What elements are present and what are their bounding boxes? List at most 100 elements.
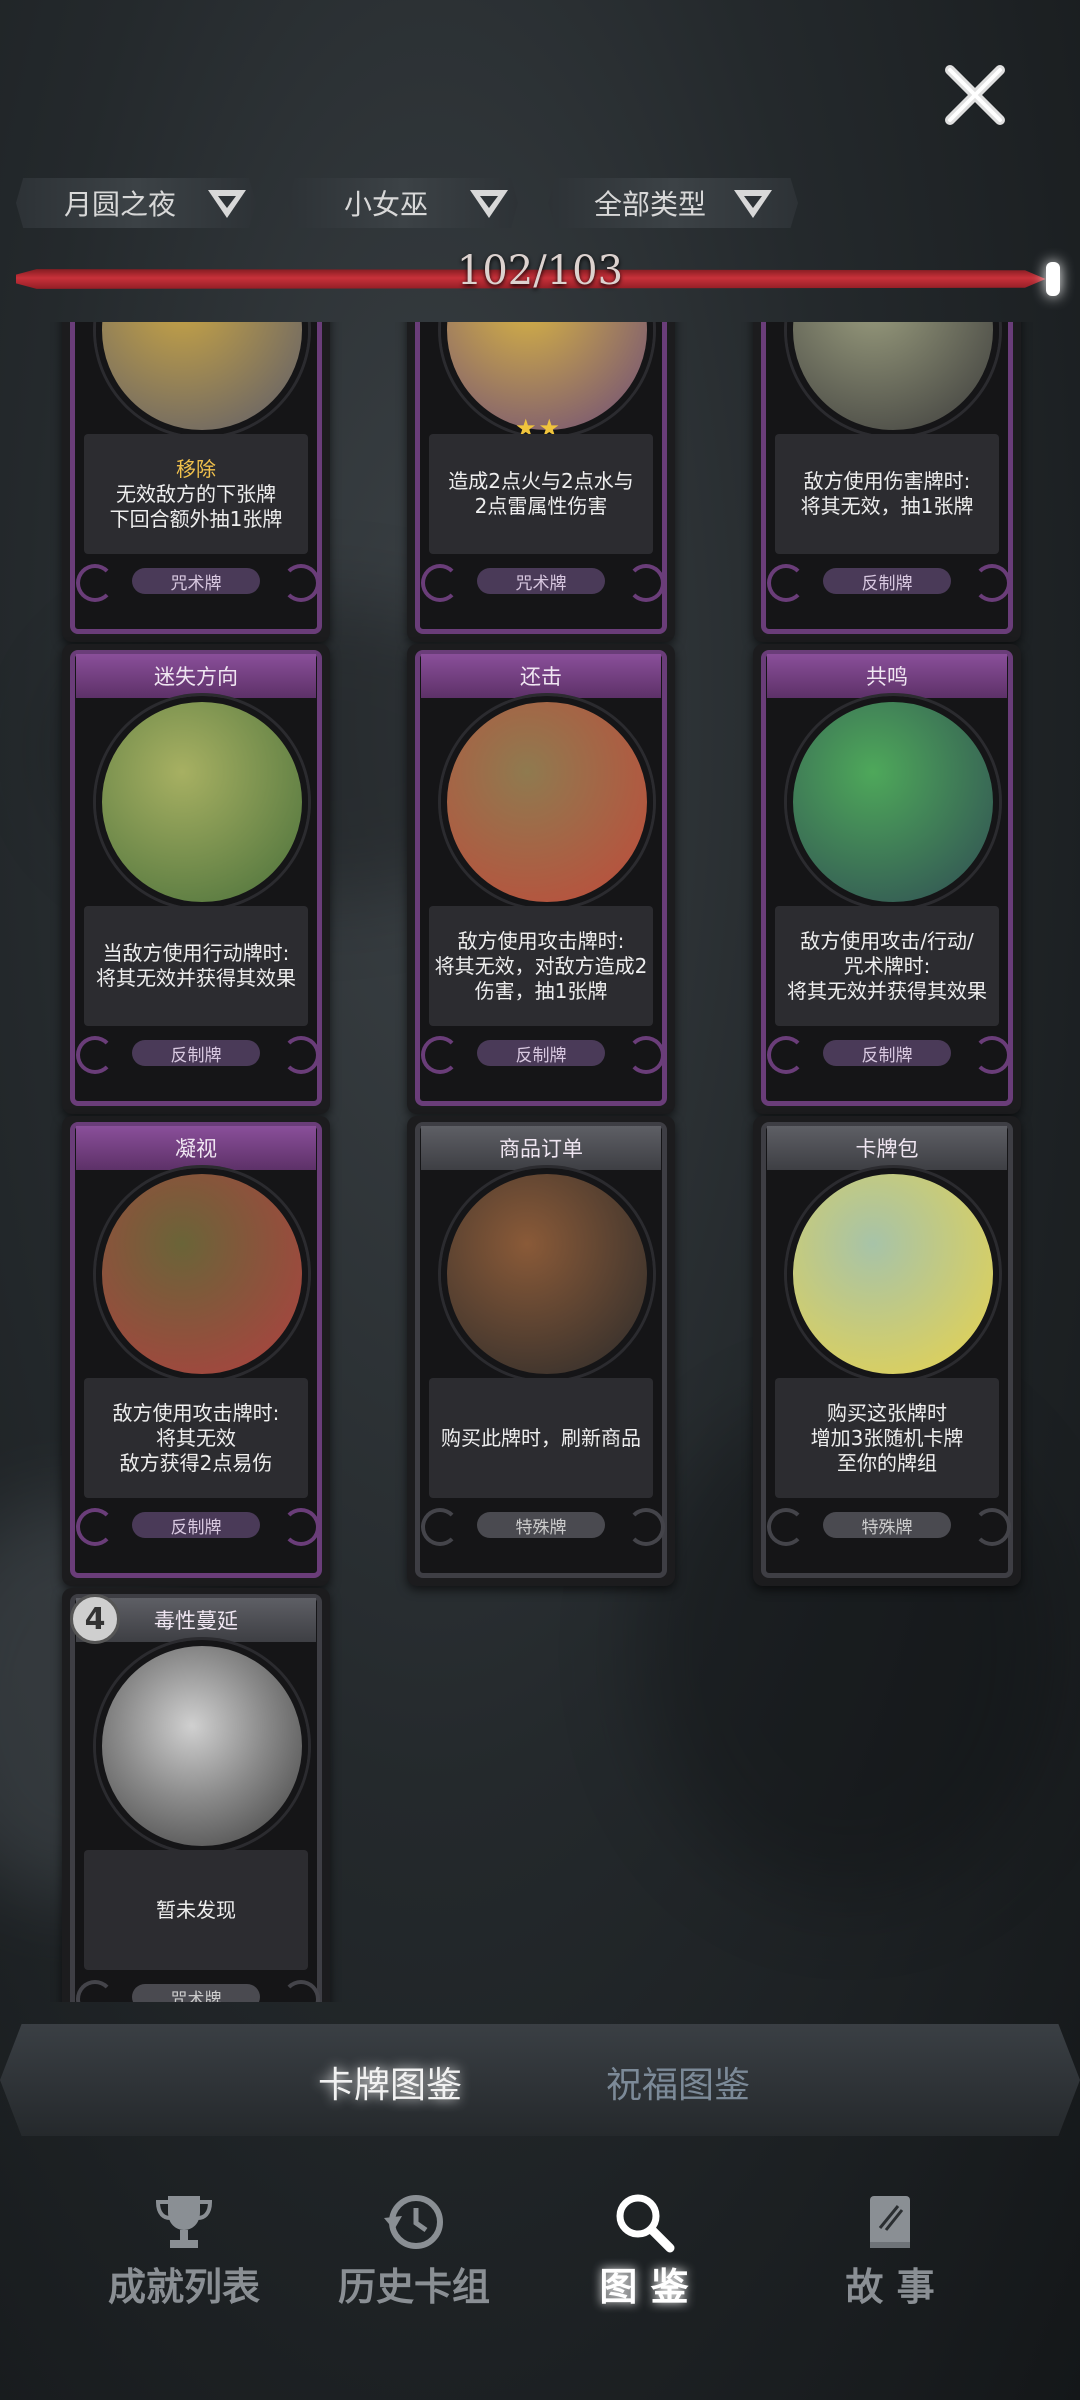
close-button[interactable]	[940, 60, 1010, 130]
filter-character-label: 小女巫	[344, 188, 429, 221]
nav-story-label: 故 事	[845, 2264, 935, 2309]
card-description-line: 咒术牌时:	[843, 953, 931, 978]
card-art	[96, 1168, 308, 1380]
card-description-line: 购买这张牌时	[826, 1400, 947, 1425]
card-grid[interactable]: 移除 无效敌方的下张牌 下回合额外抽1张牌 咒术牌 ★★ 造成2点火与2点水与 2点雷属性伤…	[0, 322, 1080, 2002]
filter-chapter-label: 月圆之夜	[64, 188, 177, 221]
card-ornament	[421, 1036, 459, 1074]
card-type-badge: 咒术牌	[132, 568, 260, 594]
chevron-down-icon	[734, 190, 772, 218]
card-description-line: 伤害，抽1张牌	[474, 978, 608, 1003]
card-item[interactable]: 移除 无效敌方的下张牌 下回合额外抽1张牌 咒术牌	[62, 322, 330, 642]
card-description: 购买这张牌时 增加3张随机卡牌 至你的牌组	[775, 1378, 999, 1498]
card-ornament	[973, 1036, 1011, 1074]
card-description-line: 将其无效，对敌方造成2	[434, 953, 648, 978]
card-item[interactable]: ★★ 造成2点火与2点水与 2点雷属性伤害 咒术牌	[407, 322, 675, 642]
card-item[interactable]: 商品订单购买此牌时，刷新商品 特殊牌	[407, 1116, 675, 1586]
card-description: 当敌方使用行动牌时: 将其无效并获得其效果	[84, 906, 308, 1026]
card-description-line: 敌方使用攻击牌时:	[112, 1400, 280, 1425]
card-description-line: 移除	[175, 456, 216, 481]
card-title: 商品订单	[421, 1126, 661, 1170]
card-description: 暂未发现	[84, 1850, 308, 1970]
card-title: 迷失方向	[76, 654, 316, 698]
card-ornament	[767, 1508, 805, 1546]
card-item[interactable]: 还击 敌方使用攻击牌时: 将其无效，对敌方造成2 伤害，抽1张牌 反制牌	[407, 644, 675, 1114]
card-cost-badge: 4	[70, 1594, 120, 1644]
card-ornament	[421, 1508, 459, 1546]
card-item[interactable]: 卡牌包购买这张牌时 增加3张随机卡牌 至你的牌组特殊牌	[753, 1116, 1021, 1586]
card-description: 敌方使用伤害牌时: 将其无效，抽1张牌	[775, 434, 999, 554]
progress-text: 102/103	[456, 248, 624, 294]
card-description-line: 将其无效并获得其效果	[787, 978, 987, 1003]
card-ornament	[76, 564, 114, 602]
card-description-line: 增加3张随机卡牌	[810, 1425, 964, 1450]
card-description-line: 购买此牌时，刷新商品	[441, 1425, 641, 1450]
card-description-line: 敌方获得2点易伤	[119, 1450, 273, 1475]
nav-compendium[interactable]: 图 鉴	[544, 2190, 744, 2311]
nav-history-decks-label: 历史卡组	[337, 2264, 490, 2309]
card-description-line: 敌方使用攻击/行动/	[800, 928, 974, 953]
card-description-line: 下回合额外抽1张牌	[109, 506, 283, 531]
card-ornament	[767, 1036, 805, 1074]
chevron-down-icon	[208, 190, 246, 218]
card-ornament	[76, 1508, 114, 1546]
nav-history-decks[interactable]: 历史卡组	[314, 2190, 514, 2311]
card-item[interactable]: 迷失方向 当敌方使用行动牌时: 将其无效并获得其效果 反制牌	[62, 644, 330, 1114]
card-description-line: 无效敌方的下张牌	[115, 481, 276, 506]
card-ornament	[421, 564, 459, 602]
card-type-badge: 特殊牌	[823, 1512, 951, 1538]
card-type-badge: 反制牌	[823, 1040, 951, 1066]
nav-achievements[interactable]: 成就列表	[84, 2190, 284, 2311]
card-description-line: 敌方使用攻击牌时:	[457, 928, 625, 953]
card-ornament	[767, 564, 805, 602]
card-description-line: 当敌方使用行动牌时:	[102, 941, 290, 965]
card-type-badge: 反制牌	[132, 1040, 260, 1066]
card-description: 移除 无效敌方的下张牌 下回合额外抽1张牌	[84, 434, 308, 554]
card-description-line: 至你的牌组	[836, 1450, 937, 1475]
card-description: 敌方使用攻击牌时: 将其无效，对敌方造成2 伤害，抽1张牌	[429, 906, 653, 1026]
card-description-line: 2点雷属性伤害	[474, 494, 608, 518]
card-type-badge: 反制牌	[477, 1040, 605, 1066]
card-item[interactable]: 凝视 敌方使用攻击牌时: 将其无效 敌方获得2点易伤 反制牌	[62, 1116, 330, 1586]
progress-glow	[1046, 262, 1060, 296]
card-description: 购买此牌时，刷新商品	[429, 1378, 653, 1498]
card-description-line: 将其无效，抽1张牌	[800, 494, 974, 518]
filter-type[interactable]: 全部类型	[548, 178, 798, 228]
book-icon	[870, 2196, 910, 2248]
close-icon	[945, 65, 1005, 125]
card-ornament	[282, 564, 320, 602]
card-description: 造成2点火与2点水与 2点雷属性伤害	[429, 434, 653, 554]
card-ornament	[627, 564, 665, 602]
nav-story[interactable]: 故 事	[790, 2190, 990, 2311]
card-item[interactable]: 毒性蔓延 暂未发现 咒术牌 4	[62, 1588, 330, 2002]
tab-card-collection[interactable]: 卡牌图鉴	[318, 2056, 462, 2108]
filter-chapter[interactable]: 月圆之夜	[16, 178, 256, 228]
card-ornament	[973, 564, 1011, 602]
card-art	[787, 1168, 999, 1380]
card-ornament	[76, 1036, 114, 1074]
card-art	[96, 1640, 308, 1852]
card-ornament	[627, 1036, 665, 1074]
card-ornament	[627, 1508, 665, 1546]
card-art	[441, 1168, 653, 1380]
card-ornament	[973, 1508, 1011, 1546]
card-art	[787, 696, 999, 908]
card-type-badge: 反制牌	[132, 1512, 260, 1538]
card-description: 敌方使用攻击牌时: 将其无效 敌方获得2点易伤	[84, 1378, 308, 1498]
card-ornament	[282, 1508, 320, 1546]
nav-compendium-label: 图 鉴	[599, 2264, 689, 2309]
card-art	[96, 696, 308, 908]
card-art	[441, 696, 653, 908]
card-item[interactable]: 敌方使用伤害牌时: 将其无效，抽1张牌 反制牌	[753, 322, 1021, 642]
card-title: 卡牌包	[767, 1126, 1007, 1170]
card-description-line: 将其无效并获得其效果	[96, 966, 296, 990]
magnifier-icon	[616, 2194, 675, 2253]
nav-achievements-label: 成就列表	[107, 2264, 260, 2309]
tab-blessing-collection[interactable]: 祝福图鉴	[606, 2056, 750, 2108]
collection-tab-bar	[0, 2024, 1080, 2136]
card-type-badge: 特殊牌	[477, 1512, 605, 1538]
card-item[interactable]: 共鸣敌方使用攻击/行动/咒术牌时: 将其无效并获得其效果 反制牌	[753, 644, 1021, 1114]
card-title: 共鸣	[767, 654, 1007, 698]
filter-character[interactable]: 小女巫	[288, 178, 518, 228]
trophy-icon	[155, 2196, 213, 2248]
